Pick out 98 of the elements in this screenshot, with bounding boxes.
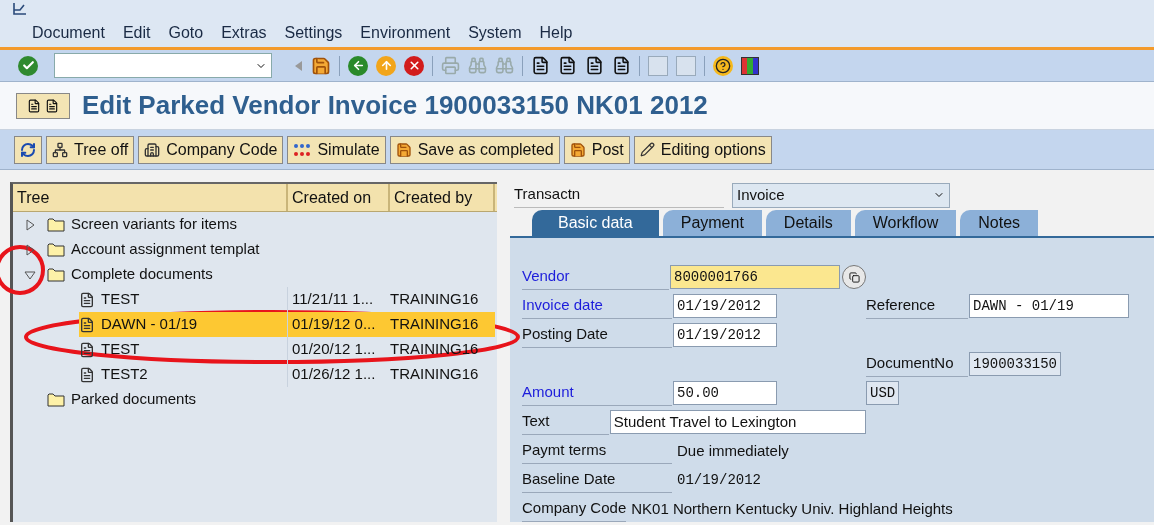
save-icon[interactable] xyxy=(311,55,331,76)
tree-item[interactable]: TEST xyxy=(79,337,287,362)
menu-icon[interactable] xyxy=(12,2,28,16)
copy-icon xyxy=(848,271,860,283)
tree-cell-text: 11/21/11 1... xyxy=(291,289,375,310)
field-value: Due immediately xyxy=(676,440,790,461)
input-field[interactable]: 50.00 xyxy=(673,381,777,405)
menu-item[interactable]: Environment xyxy=(360,21,451,45)
refresh-button[interactable] xyxy=(14,135,42,164)
field-label: Posting Date xyxy=(522,322,672,348)
folder-icon xyxy=(47,242,65,257)
expand-arrow-icon[interactable] xyxy=(24,243,36,256)
input-field[interactable]: Student Travel to Lexington xyxy=(609,410,866,434)
read-only-field: 1900033150 xyxy=(969,352,1061,376)
document-icon xyxy=(79,316,95,333)
input-field[interactable]: 01/19/2012 xyxy=(673,294,777,318)
field-label: Baseline Date xyxy=(522,467,672,493)
tree-cell-text: TRAINING16 xyxy=(390,339,480,360)
menu-item[interactable]: Document xyxy=(32,21,105,45)
display-toggle-button[interactable] xyxy=(16,92,70,119)
toolbar-button[interactable]: Company Code xyxy=(138,135,284,164)
save-icon xyxy=(569,141,586,158)
document-icon xyxy=(79,341,95,358)
tab[interactable]: Notes xyxy=(960,210,1039,236)
folder-icon xyxy=(47,392,65,407)
cancel-icon[interactable] xyxy=(404,55,424,76)
tab[interactable]: Details xyxy=(765,210,851,236)
tree-item[interactable]: TEST xyxy=(79,287,287,312)
menu-item[interactable]: Settings xyxy=(284,21,343,45)
building-icon xyxy=(144,141,161,158)
tree-cell-text: TRAINING16 xyxy=(390,364,480,385)
folder-icon xyxy=(47,267,65,282)
collapse-arrow-icon[interactable] xyxy=(24,268,36,281)
field-label: Invoice date xyxy=(522,293,672,319)
back-icon[interactable] xyxy=(348,55,368,76)
enter-icon[interactable] xyxy=(18,55,38,76)
help-icon[interactable] xyxy=(713,55,733,76)
document-icon xyxy=(79,366,95,383)
document-icon xyxy=(45,98,59,113)
field-label: Vendor xyxy=(522,264,669,290)
column-header[interactable]: Tree xyxy=(13,184,288,211)
read-only-field: USD xyxy=(866,381,900,405)
save-icon xyxy=(395,141,412,158)
toolbar-button[interactable]: Editing options xyxy=(633,135,772,164)
toolbar-button[interactable]: Simulate xyxy=(287,135,386,164)
column-header[interactable]: Created by xyxy=(390,184,495,211)
tree-cell: 01/19/12 0... xyxy=(288,312,390,337)
field-label: Amount xyxy=(522,380,672,406)
folder-icon xyxy=(47,217,65,232)
tree-item[interactable]: Parked documents xyxy=(47,387,288,412)
toolbar-button[interactable]: Save as completed xyxy=(389,135,560,164)
input-field[interactable]: 8000001766 xyxy=(670,265,840,289)
tree-cell-text: TRAINING16 xyxy=(390,289,480,310)
menu-item[interactable]: Goto xyxy=(168,21,204,45)
tree-item[interactable]: Complete documents xyxy=(47,262,288,287)
tree-item[interactable]: Account assignment templat xyxy=(47,237,288,262)
pencil-icon xyxy=(639,142,655,157)
field-label: Company Code xyxy=(522,496,627,522)
column-header[interactable]: Created on xyxy=(288,184,390,211)
menu-item[interactable]: Edit xyxy=(122,21,151,45)
menu-item[interactable]: Help xyxy=(539,21,573,45)
refresh-icon xyxy=(20,141,36,158)
document-icon xyxy=(27,98,41,113)
field-label: Text xyxy=(522,409,609,435)
menu-item[interactable]: System xyxy=(468,21,522,45)
field-label: Paymt terms xyxy=(522,438,672,464)
input-field[interactable]: 01/19/2012 xyxy=(673,323,777,347)
field-label: Transactn xyxy=(514,182,724,208)
field-value: NK01 Northern Kentucky Univ. Highland Heights xyxy=(630,498,954,519)
field-label: Reference xyxy=(866,293,968,319)
tree-item[interactable]: Screen variants for items xyxy=(47,212,288,237)
toolbar-button[interactable]: Tree off xyxy=(46,135,135,164)
tree-cell: TRAINING16 xyxy=(390,312,495,337)
last-page-icon[interactable] xyxy=(612,56,631,75)
hierarchy-icon xyxy=(52,141,68,158)
document-icon xyxy=(79,291,95,308)
tree-cell-text: 01/26/12 1... xyxy=(291,364,377,385)
page-title: Edit Parked Vendor Invoice 1900033150 NK01 2012 xyxy=(82,89,708,122)
input-field[interactable]: DAWN - 01/19 xyxy=(969,294,1129,318)
toolbar-button[interactable]: Post xyxy=(563,135,630,164)
command-field[interactable] xyxy=(54,53,272,78)
search-help-button[interactable] xyxy=(842,265,866,289)
tab[interactable]: Basic data xyxy=(532,210,659,236)
transaction-dropdown[interactable]: Invoice xyxy=(732,182,950,208)
previous-page-icon[interactable] xyxy=(558,56,577,75)
menu-item[interactable]: Extras xyxy=(221,21,267,45)
tree-cell-text: 01/20/12 1... xyxy=(291,339,377,360)
tab[interactable]: Payment xyxy=(662,210,762,236)
dots-icon xyxy=(293,141,312,158)
tree-item[interactable]: TEST2 xyxy=(79,362,287,387)
expand-arrow-icon[interactable] xyxy=(24,218,36,231)
tab[interactable]: Workflow xyxy=(854,210,957,236)
first-page-icon[interactable] xyxy=(531,56,550,75)
field-value: 01/19/2012 xyxy=(676,470,762,490)
next-page-icon[interactable] xyxy=(585,56,604,75)
tree-item[interactable]: DAWN - 01/19 xyxy=(79,312,287,337)
field-label: DocumentNo xyxy=(866,351,968,377)
layout-icon[interactable] xyxy=(741,56,759,75)
